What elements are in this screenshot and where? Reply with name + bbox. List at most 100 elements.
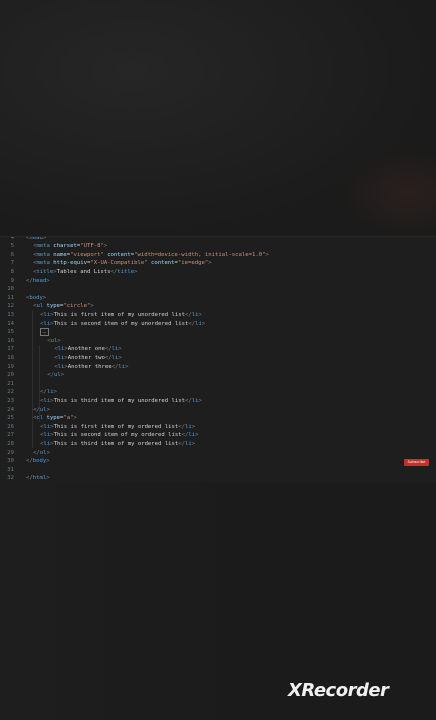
code-token: > (208, 260, 212, 267)
code-line[interactable]: 24 </ul> (0, 406, 436, 415)
indent-guide (39, 344, 41, 423)
background-glow (340, 150, 436, 236)
line-code: <title>Tables and Lists</title> (33, 268, 137, 277)
code-token: Another two (67, 355, 105, 361)
code-token: meta (36, 260, 54, 267)
line-number: 31 (7, 466, 14, 473)
line-number: 9 (10, 277, 14, 284)
code-line[interactable]: 19 <li>Another three</li> (0, 363, 436, 372)
subscribe-button[interactable]: Subscribe (404, 459, 429, 466)
code-token: type (46, 415, 61, 422)
line-code: <li>Another one</li> (54, 345, 121, 354)
line-number: 32 (7, 475, 14, 482)
code-token: </ (178, 441, 185, 447)
code-token: li (195, 320, 202, 327)
code-token: ul (36, 303, 47, 310)
code-token: ul (53, 372, 61, 379)
code-token: charset (53, 243, 77, 250)
code-token: content (107, 251, 131, 258)
code-token: "circle" (63, 303, 91, 310)
code-line[interactable]: 5 <meta charset="UTF-8"> (0, 242, 436, 251)
code-line[interactable]: 22 </li> (0, 388, 436, 397)
line-code: <li>This is second item of my unordered … (40, 320, 205, 329)
code-token: content (150, 260, 175, 267)
line-number: 10 (7, 286, 14, 293)
code-token: > (42, 294, 47, 301)
code-line[interactable]: 30 </body> (0, 457, 436, 466)
code-token: body (32, 458, 47, 465)
code-token: "X-UA-Compatible" (90, 260, 151, 267)
code-token: > (53, 389, 58, 396)
code-token: > (191, 423, 196, 430)
fold-marker-icon[interactable]: … (40, 328, 50, 337)
line-code: <meta charset="UTF-8"> (33, 242, 107, 251)
code-line[interactable]: 26 <li>This is first item of my ordered l… (0, 423, 436, 432)
code-line[interactable]: 9 </head> (0, 277, 436, 286)
line-code: <meta http-equiv="X-UA-Compatible" conte… (33, 259, 212, 268)
code-line[interactable]: 13 <li>This is first item of my unordered… (0, 311, 436, 320)
code-token: "a" (63, 415, 74, 422)
line-number: 24 (7, 406, 14, 413)
line-code: <li>This is second item of my ordered li… (40, 431, 198, 440)
code-token: </ (184, 312, 192, 318)
code-line[interactable]: 6 <meta name="viewport" content="width=de… (0, 251, 436, 260)
code-token: > (198, 312, 202, 318)
line-number: 27 (7, 432, 14, 439)
code-token: This is first item of my ordered list (53, 423, 179, 430)
code-line[interactable]: 16 <ul> (0, 337, 436, 346)
code-token: </ (47, 372, 54, 379)
line-code: </ol> (33, 449, 50, 458)
code-line[interactable]: 27 <li>This is second item of my ordered … (0, 431, 436, 440)
code-line[interactable]: 14 <li>This is second item of my unordere… (0, 320, 436, 329)
code-token: ol (36, 415, 47, 422)
code-token: > (198, 398, 202, 404)
line-number: 13 (7, 312, 14, 318)
code-line[interactable]: 12 <ul type="circle"> (0, 302, 436, 311)
code-line[interactable]: 20 </ul> (0, 371, 436, 380)
code-line[interactable]: 11 <body> (0, 294, 436, 303)
code-token: > (46, 475, 50, 482)
line-code: </html> (26, 474, 50, 483)
code-token: "UTF-8" (80, 243, 104, 250)
code-line[interactable]: 32 </html> (0, 474, 436, 483)
code-editor[interactable]: 4 <head> 5 <meta charset="UTF-8"> 6 <meta nam… (0, 236, 436, 484)
code-line[interactable]: 8 <title>Tables and Lists</title> (0, 268, 436, 277)
code-line[interactable]: 7 <meta http-equiv="X-UA-Compatible" cont… (0, 259, 436, 268)
line-number: 19 (7, 363, 14, 370)
code-token: </ (104, 346, 112, 353)
xrecorder-watermark: XRecorder (288, 680, 389, 701)
code-token: > (42, 236, 47, 241)
line-number: 29 (7, 449, 14, 456)
code-line[interactable]: 31 (0, 466, 436, 475)
line-code: <ul type="circle"> (33, 302, 94, 311)
code-line[interactable]: 25 <ol type="a"> (0, 414, 436, 423)
code-token: > (201, 320, 206, 327)
code-line[interactable]: 17 <li>Another one</li> (0, 345, 436, 354)
code-token: </ (26, 458, 33, 465)
code-line[interactable]: 15 … (0, 328, 436, 337)
line-code: <li>Another three</li> (54, 363, 128, 372)
code-token: ol (39, 449, 47, 456)
line-number: 23 (7, 398, 14, 404)
code-line[interactable]: 10 (0, 285, 436, 294)
code-token: > (46, 406, 50, 413)
line-code: <meta name="viewport" content="width=dev… (33, 251, 269, 260)
code-line[interactable]: 29 </ol> (0, 449, 436, 458)
code-line[interactable]: 21 (0, 380, 436, 389)
code-token: This is first item of my unordered list (53, 312, 185, 318)
code-token: meta (36, 243, 54, 250)
code-token: This is third item of my ordered list (53, 441, 179, 447)
video-frame-shade (0, 483, 240, 720)
line-code: </li> (40, 388, 57, 397)
line-code: <ul> (47, 337, 61, 346)
code-line[interactable]: 28 <li>This is third item of my ordered l… (0, 440, 436, 449)
line-number: 6 (10, 251, 14, 258)
line-number: 18 (7, 355, 14, 361)
code-line[interactable]: 23 <li>This is third item of my unordered… (0, 397, 436, 406)
code-line[interactable]: 18 <li>Another two</li> (0, 354, 436, 363)
line-number: 12 (7, 303, 14, 310)
code-token: > (57, 337, 61, 344)
code-token: li (46, 389, 54, 396)
line-number: 15 (7, 329, 14, 336)
line-number: 26 (7, 423, 14, 430)
